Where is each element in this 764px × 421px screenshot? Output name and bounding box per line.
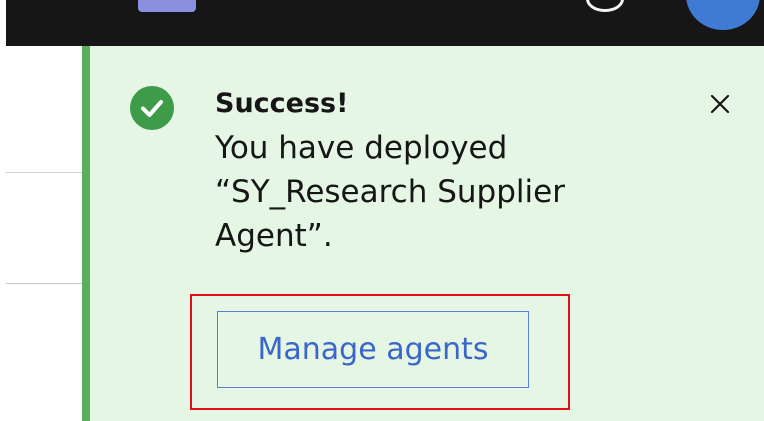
close-icon[interactable]: [706, 90, 734, 118]
notification-message: You have deployed “SY_Research Supplier …: [215, 130, 565, 254]
notification-title: Success!: [215, 88, 349, 119]
header-bar: [6, 0, 764, 46]
checkmark-filled-icon: [130, 86, 174, 130]
background-divider: [6, 283, 86, 284]
manage-agents-button[interactable]: Manage agents: [217, 311, 529, 388]
user-avatar[interactable]: [686, 0, 760, 30]
page: Success! You have deployed “SY_Research …: [0, 0, 764, 421]
background-divider: [6, 172, 86, 173]
success-notification: Success! You have deployed “SY_Research …: [82, 46, 764, 421]
help-icon[interactable]: [586, 0, 624, 12]
app-logo-icon[interactable]: [138, 0, 196, 12]
